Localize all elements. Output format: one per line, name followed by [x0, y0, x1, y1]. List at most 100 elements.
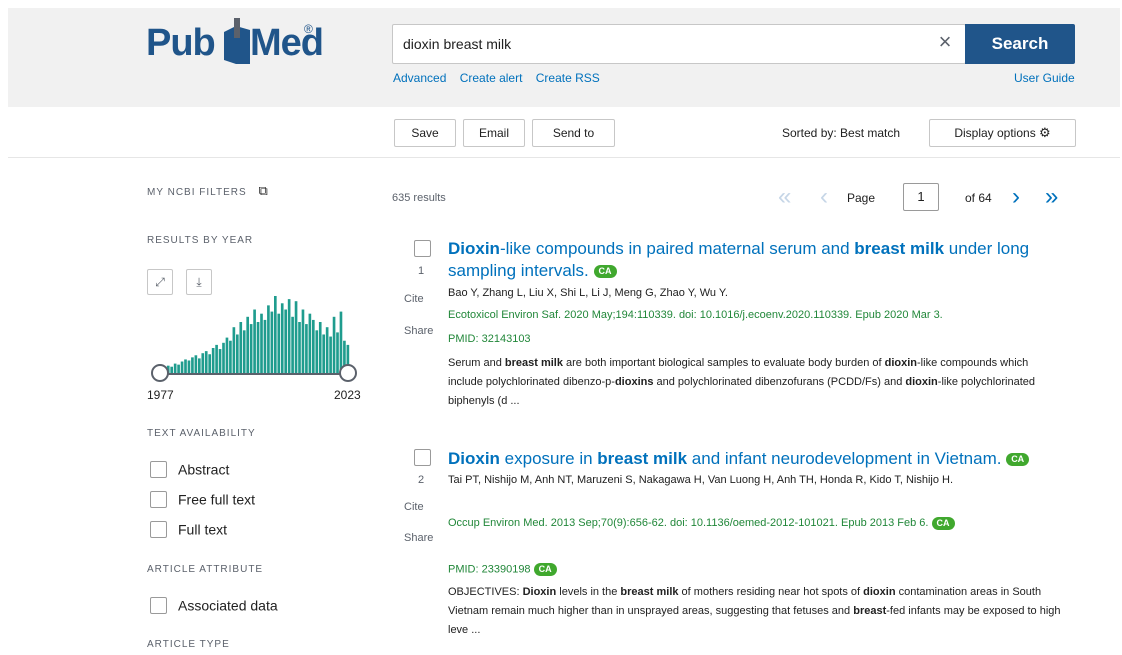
title-part: -like compounds in paired maternal serum… — [499, 239, 855, 258]
year-bar[interactable] — [204, 351, 208, 374]
page-total: of 64 — [965, 191, 992, 205]
year-bar[interactable] — [305, 324, 308, 374]
page-number-input[interactable]: 1 — [903, 183, 939, 211]
year-bar[interactable] — [232, 327, 236, 374]
save-button[interactable]: Save — [394, 119, 456, 147]
checkbox[interactable] — [150, 460, 167, 478]
result-title[interactable]: Dioxin-like compounds in paired maternal… — [448, 238, 1048, 282]
year-bar[interactable] — [280, 303, 284, 374]
free-pmc-badge: CA — [931, 516, 955, 530]
year-bar[interactable] — [222, 342, 225, 374]
cite-button[interactable]: Cite — [404, 501, 424, 513]
display-options-label: Display options — [954, 126, 1036, 140]
year-bar[interactable] — [308, 313, 312, 374]
year-bar[interactable] — [184, 359, 187, 374]
year-bar[interactable] — [318, 322, 322, 374]
year-bar[interactable] — [298, 322, 301, 374]
send-to-button[interactable]: Send to — [532, 119, 615, 147]
advanced-link[interactable]: Advanced — [393, 71, 446, 85]
year-bar[interactable] — [236, 334, 239, 374]
year-bar[interactable] — [242, 330, 246, 374]
results-count: 635 results — [392, 192, 446, 204]
year-bar[interactable] — [294, 301, 298, 374]
first-page-icon[interactable]: « — [778, 184, 791, 210]
close-icon[interactable]: × — [935, 31, 955, 53]
filter-associated-data[interactable]: Associated data — [150, 596, 278, 614]
snippet-part: breast milk — [620, 586, 679, 598]
search-button[interactable]: Search — [965, 24, 1075, 64]
year-bar[interactable] — [246, 316, 250, 374]
year-bar[interactable] — [208, 354, 212, 374]
year-bar[interactable] — [215, 344, 218, 374]
filter-abstract[interactable]: Abstract — [150, 460, 229, 478]
year-bar[interactable] — [198, 358, 201, 374]
year-bar[interactable] — [274, 296, 277, 374]
year-bar[interactable] — [332, 316, 336, 374]
year-bar[interactable] — [291, 316, 294, 374]
year-bar[interactable] — [263, 319, 267, 374]
display-options-button[interactable]: Display options ⚙ — [929, 119, 1076, 147]
year-bar[interactable] — [277, 313, 281, 374]
search-input[interactable] — [393, 25, 913, 63]
year-bar[interactable] — [325, 327, 329, 374]
cite-button[interactable]: Cite — [404, 293, 424, 305]
year-slider-track[interactable] — [160, 373, 350, 375]
results-by-year-chart[interactable] — [160, 266, 350, 374]
year-bar[interactable] — [301, 309, 305, 374]
article-attribute-heading: ARTICLE ATTRIBUTE — [147, 564, 264, 575]
year-bar[interactable] — [194, 355, 198, 374]
year-bar[interactable] — [267, 305, 270, 374]
result-checkbox[interactable] — [414, 449, 431, 466]
user-guide-link[interactable]: User Guide — [1014, 71, 1075, 85]
prev-page-icon[interactable]: ‹ — [820, 184, 828, 210]
year-bar[interactable] — [211, 348, 215, 374]
year-bar[interactable] — [249, 324, 253, 374]
result-title[interactable]: Dioxin exposure in breast milk and infan… — [448, 448, 1048, 470]
checkbox[interactable] — [150, 596, 167, 614]
title-part: Dioxin — [448, 449, 500, 468]
logo-book-icon — [224, 18, 250, 64]
citation-text: Occup Environ Med. 2013 Sep;70(9):656-62… — [448, 517, 929, 529]
create-alert-link[interactable]: Create alert — [460, 71, 523, 85]
email-button[interactable]: Email — [463, 119, 525, 147]
year-bar[interactable] — [253, 309, 256, 374]
filter-label: Associated data — [178, 597, 278, 614]
filter-full-text[interactable]: Full text — [150, 520, 227, 538]
year-bar[interactable] — [312, 319, 315, 374]
year-bar[interactable] — [270, 311, 274, 374]
snippet-part: levels in the — [556, 586, 621, 598]
checkbox[interactable] — [150, 490, 167, 508]
year-bar[interactable] — [239, 322, 243, 374]
create-rss-link[interactable]: Create RSS — [536, 71, 600, 85]
year-slider-end-handle[interactable] — [339, 364, 357, 382]
sorted-by-label[interactable]: Sorted by: Best match — [782, 126, 900, 140]
next-page-icon[interactable]: › — [1012, 184, 1020, 210]
year-bar[interactable] — [187, 360, 191, 374]
my-ncbi-filters[interactable]: MY NCBI FILTERS ⧉ — [147, 183, 269, 199]
share-button[interactable]: Share — [404, 325, 433, 337]
share-button[interactable]: Share — [404, 532, 433, 544]
year-bar[interactable] — [201, 353, 205, 374]
pubmed-logo[interactable]: Pub Med ® — [146, 18, 326, 68]
year-bar[interactable] — [260, 313, 263, 374]
snippet-part: dioxin — [905, 376, 938, 388]
filter-free-full-text[interactable]: Free full text — [150, 490, 255, 508]
year-bar[interactable] — [315, 330, 319, 374]
year-bar[interactable] — [329, 336, 332, 374]
checkbox[interactable] — [150, 520, 167, 538]
year-bar[interactable] — [287, 299, 291, 374]
year-bar[interactable] — [225, 337, 229, 374]
result-checkbox[interactable] — [414, 240, 431, 257]
search-field[interactable] — [392, 24, 966, 64]
result-number: 1 — [418, 265, 425, 277]
year-bar[interactable] — [336, 332, 339, 374]
year-bar[interactable] — [218, 349, 222, 374]
year-bar[interactable] — [229, 340, 232, 374]
year-slider-start-handle[interactable] — [151, 364, 169, 382]
year-bar[interactable] — [256, 322, 260, 374]
title-part: Dioxin — [448, 239, 500, 258]
last-page-icon[interactable]: » — [1045, 184, 1058, 210]
year-bar[interactable] — [284, 309, 288, 374]
year-bar[interactable] — [191, 357, 194, 374]
year-bar[interactable] — [322, 334, 326, 374]
